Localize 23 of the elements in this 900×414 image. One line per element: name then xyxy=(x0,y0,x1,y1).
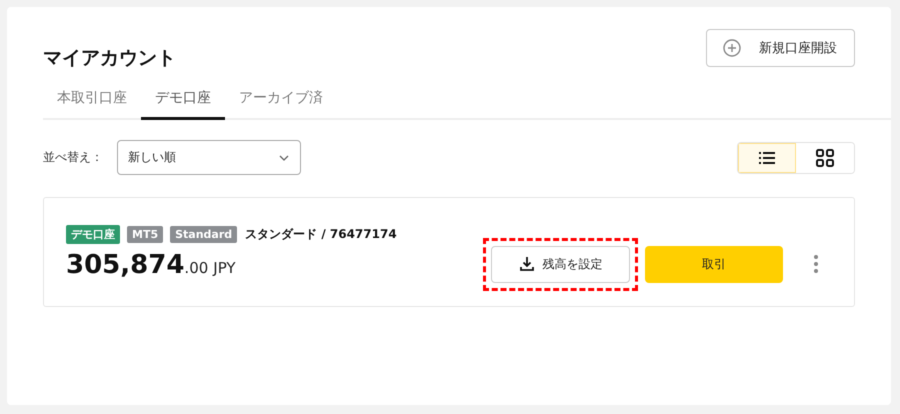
more-options-icon[interactable] xyxy=(813,254,819,274)
plus-circle-icon xyxy=(723,39,741,57)
chevron-down-icon xyxy=(278,154,290,162)
currency-label: JPY xyxy=(213,258,236,276)
trade-button[interactable]: 取引 xyxy=(645,246,783,282)
tab[interactable]: デモ口座 xyxy=(141,83,225,120)
download-icon xyxy=(518,256,534,272)
account-tag: MT5 xyxy=(127,226,164,242)
sort-dropdown[interactable]: 新しい順 xyxy=(117,140,301,175)
set-balance-button[interactable]: 残高を設定 xyxy=(491,246,630,282)
page-title: マイアカウント xyxy=(43,46,176,71)
account-tag: デモ口座 xyxy=(66,224,120,244)
list-icon xyxy=(758,150,776,166)
new-account-button[interactable]: 新規口座開設 xyxy=(706,29,855,67)
balance-decimals: .00 xyxy=(184,258,208,276)
account-name: スタンダード / 76477174 xyxy=(245,226,397,242)
balance-amount: 305,874 xyxy=(66,250,184,280)
sort-label: 並べ替え： xyxy=(43,149,103,166)
tab[interactable]: アーカイブ済 xyxy=(225,83,337,120)
tab[interactable]: 本取引口座 xyxy=(43,83,141,120)
grid-icon xyxy=(816,148,834,166)
account-tag: Standard xyxy=(170,226,238,242)
list-view-button[interactable] xyxy=(738,142,796,172)
